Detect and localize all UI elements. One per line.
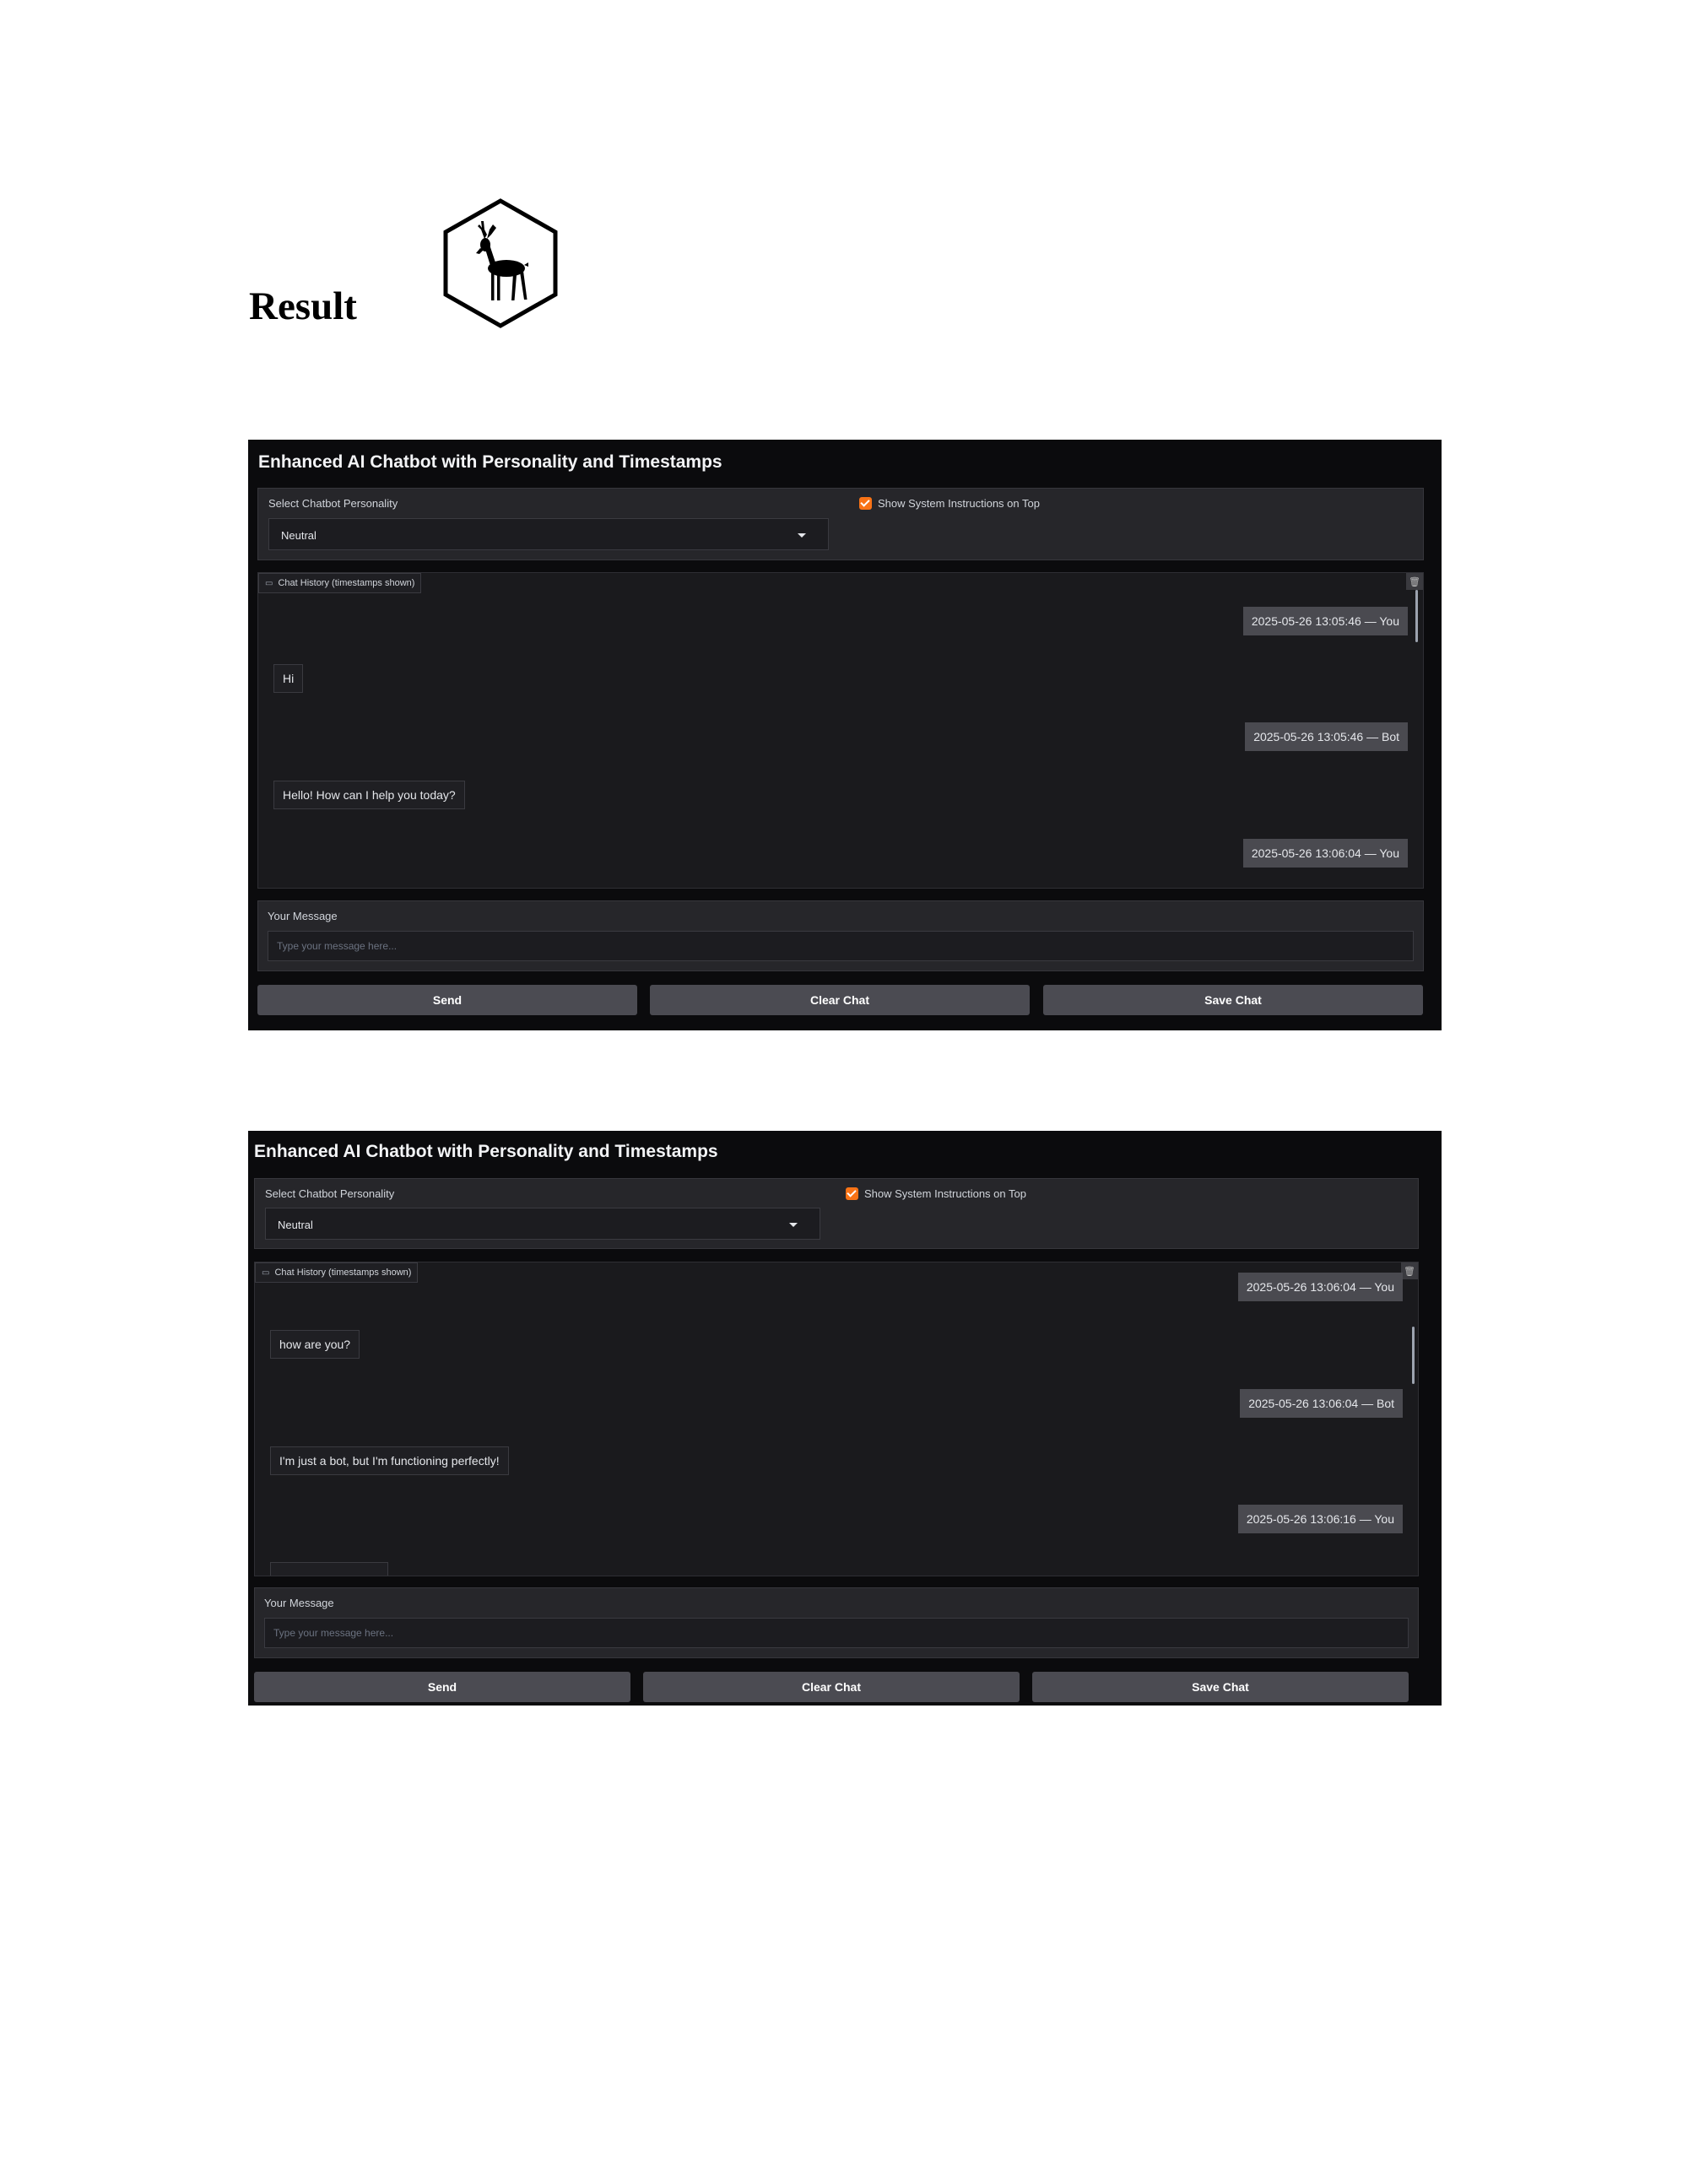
message-label: Your Message bbox=[264, 1597, 334, 1609]
app-title: Enhanced AI Chatbot with Personality and… bbox=[254, 1142, 718, 1161]
personality-label: Select Chatbot Personality bbox=[265, 1187, 395, 1200]
chat-history-label: ▭ Chat History (timestamps shown) bbox=[255, 1262, 419, 1283]
system-instructions-toggle[interactable]: Show System Instructions on Top bbox=[859, 497, 1040, 510]
chat-bubble-icon: ▭ bbox=[262, 1268, 270, 1278]
checkbox-checked-icon[interactable] bbox=[859, 497, 872, 510]
personality-value: Neutral bbox=[281, 529, 316, 542]
message-panel: Your Message bbox=[257, 900, 1424, 971]
message-panel: Your Message bbox=[254, 1587, 1419, 1658]
chat-history[interactable]: ▭ Chat History (timestamps shown) 🗑 2025… bbox=[257, 572, 1424, 889]
send-button[interactable]: Send bbox=[257, 985, 637, 1015]
chat-bubble-icon: ▭ bbox=[265, 578, 273, 588]
deer-logo-icon bbox=[443, 198, 558, 328]
clear-chat-button[interactable]: Clear Chat bbox=[643, 1672, 1020, 1702]
scrollbar[interactable] bbox=[1412, 1327, 1415, 1384]
system-instructions-toggle[interactable]: Show System Instructions on Top bbox=[846, 1187, 1026, 1200]
timestamp-message: 2025-05-26 13:05:46 — Bot bbox=[1245, 722, 1408, 751]
checkbox-checked-icon[interactable] bbox=[846, 1187, 858, 1200]
app-title: Enhanced AI Chatbot with Personality and… bbox=[258, 452, 722, 472]
timestamp-message: 2025-05-26 13:06:16 — You bbox=[1237, 1505, 1403, 1533]
chat-bubble: Hi bbox=[273, 664, 304, 693]
chat-bubble: I'm just a bot, but I'm functioning perf… bbox=[270, 1446, 509, 1475]
chat-history-label-text: Chat History (timestamps shown) bbox=[278, 578, 415, 588]
message-input[interactable] bbox=[264, 1618, 1409, 1648]
personality-value: Neutral bbox=[278, 1219, 313, 1231]
personality-label: Select Chatbot Personality bbox=[268, 497, 398, 510]
save-chat-button[interactable]: Save Chat bbox=[1032, 1672, 1409, 1702]
clear-chat-button[interactable]: Clear Chat bbox=[650, 985, 1030, 1015]
timestamp-message: 2025-05-26 13:06:04 — Bot bbox=[1240, 1389, 1403, 1418]
checkbox-label: Show System Instructions on Top bbox=[864, 1187, 1026, 1200]
message-label: Your Message bbox=[268, 910, 338, 922]
personality-dropdown[interactable]: Neutral bbox=[268, 518, 829, 550]
timestamp-message: 2025-05-26 13:06:04 — You bbox=[1242, 839, 1408, 868]
chat-bubble: how are you? bbox=[270, 1330, 360, 1359]
timestamp-message: 2025-05-26 13:05:46 — You bbox=[1242, 607, 1408, 635]
chat-bubble: Hello! How can I help you today? bbox=[273, 781, 465, 809]
scrollbar[interactable] bbox=[1415, 590, 1418, 642]
chat-history-label: ▭ Chat History (timestamps shown) bbox=[258, 573, 422, 593]
chevron-down-icon bbox=[789, 1223, 798, 1227]
chat-history-label-text: Chat History (timestamps shown) bbox=[274, 1268, 412, 1278]
chat-history[interactable]: ▭ Chat History (timestamps shown) 🗑 2025… bbox=[254, 1262, 1419, 1576]
send-button[interactable]: Send bbox=[254, 1672, 630, 1702]
settings-panel: Select Chatbot Personality Neutral Show … bbox=[257, 488, 1424, 560]
trash-icon[interactable]: 🗑 bbox=[1406, 573, 1423, 590]
chevron-down-icon bbox=[798, 533, 806, 538]
checkbox-label: Show System Instructions on Top bbox=[878, 497, 1040, 510]
chatbot-app-screenshot: Enhanced AI Chatbot with Personality and… bbox=[248, 440, 1442, 1030]
trash-icon[interactable]: 🗑 bbox=[1401, 1262, 1418, 1279]
result-heading: Result bbox=[249, 284, 357, 328]
settings-panel: Select Chatbot Personality Neutral Show … bbox=[254, 1178, 1419, 1249]
chatbot-app-screenshot: Enhanced AI Chatbot with Personality and… bbox=[248, 1131, 1442, 1706]
personality-dropdown[interactable]: Neutral bbox=[265, 1208, 820, 1240]
message-input[interactable] bbox=[268, 931, 1414, 961]
timestamp-message: 2025-05-26 13:06:04 — You bbox=[1237, 1273, 1403, 1301]
save-chat-button[interactable]: Save Chat bbox=[1043, 985, 1423, 1015]
chat-bubble bbox=[270, 1562, 388, 1576]
